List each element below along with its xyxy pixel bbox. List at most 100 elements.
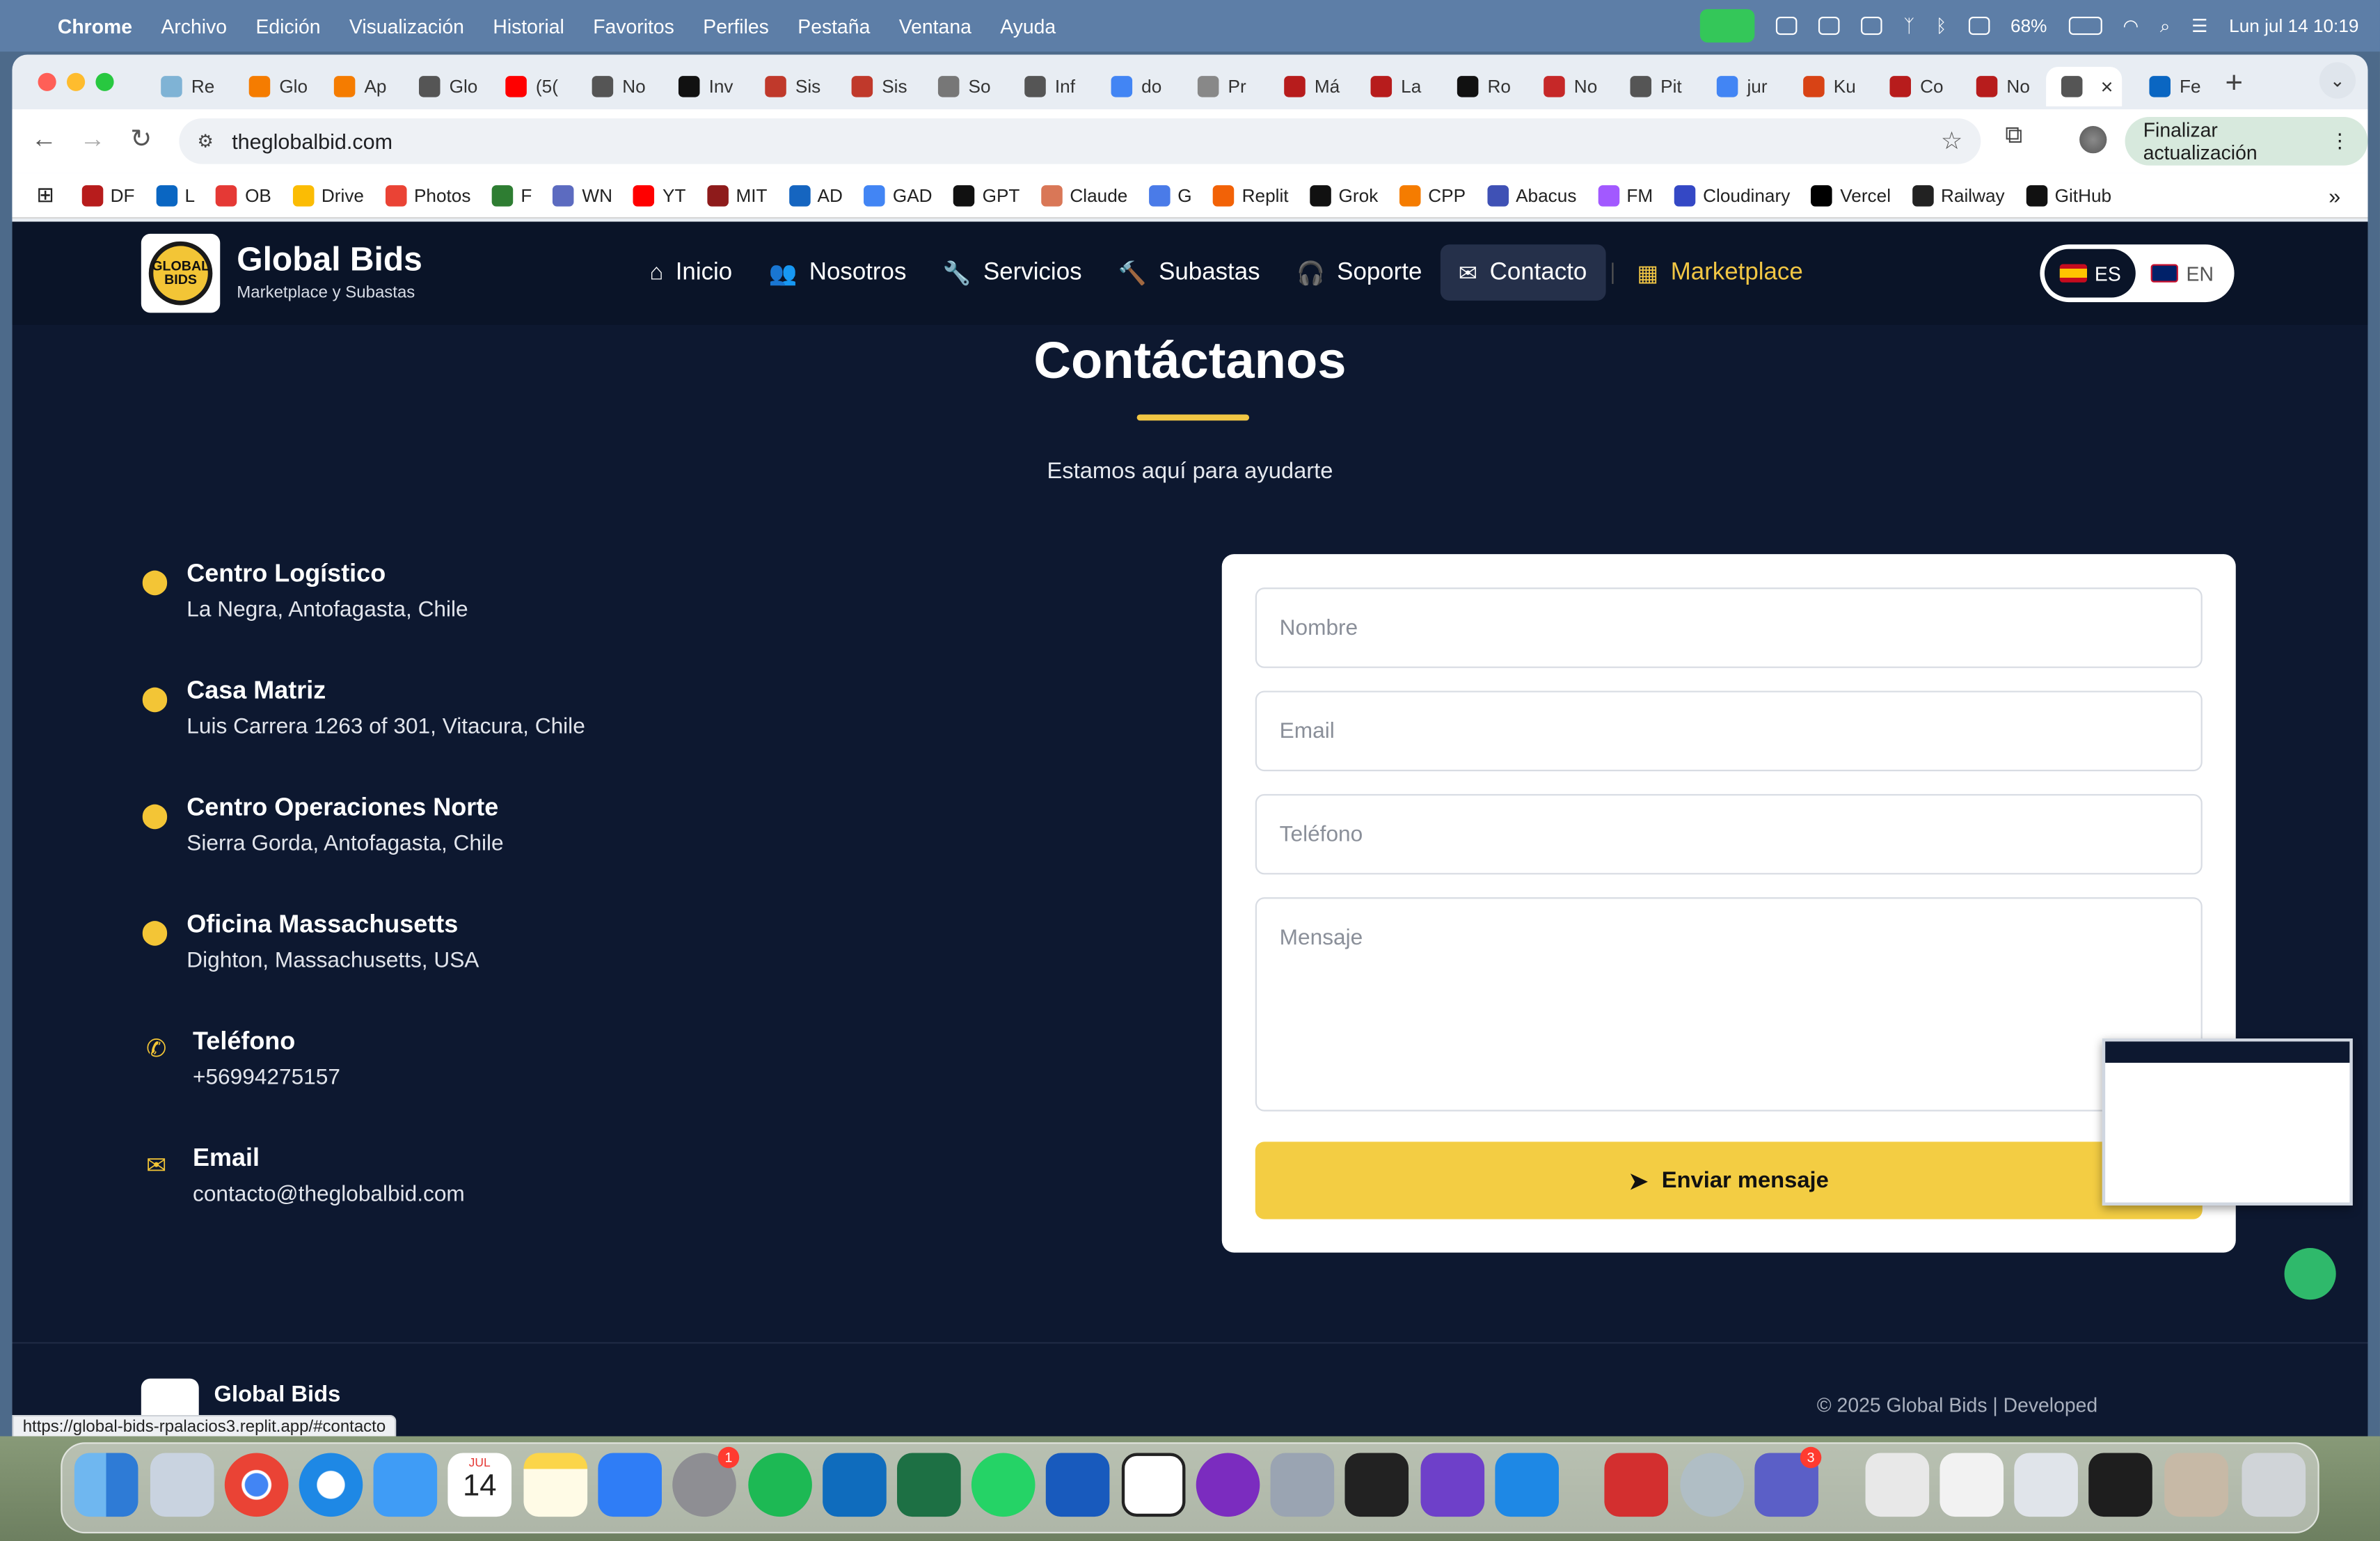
tab[interactable]: Fe bbox=[2134, 67, 2221, 106]
extensions-icon[interactable]: ⧉ bbox=[2005, 123, 2022, 150]
nav-inicio[interactable]: ⌂ Inicio bbox=[631, 244, 750, 301]
facetime-icon[interactable] bbox=[1700, 9, 1755, 43]
nav-nosotros[interactable]: 👥 Nosotros bbox=[750, 244, 924, 301]
nav-servicios[interactable]: 🔧 Servicios bbox=[925, 244, 1100, 301]
forward-button[interactable]: → bbox=[76, 125, 109, 155]
phone-number[interactable]: +56994275157 bbox=[193, 1066, 340, 1090]
address-bar[interactable]: ⚙ theglobalbid.com ☆ bbox=[179, 118, 1981, 164]
recent-document-4[interactable] bbox=[2088, 1453, 2152, 1517]
close-window-button[interactable] bbox=[38, 72, 56, 91]
new-tab-button[interactable]: + bbox=[2225, 67, 2242, 102]
fantastical-icon[interactable] bbox=[1121, 1453, 1186, 1517]
bookmark-item[interactable]: WN bbox=[553, 184, 612, 206]
screen-recorder-icon[interactable] bbox=[1196, 1453, 1260, 1517]
bluetooth-icon[interactable]: ᛒ bbox=[1936, 15, 1947, 37]
message-field[interactable]: Mensaje bbox=[1255, 897, 2203, 1112]
bookmark-item[interactable]: Railway bbox=[1912, 184, 2005, 206]
teams-tray-icon[interactable] bbox=[1776, 16, 1798, 35]
name-field[interactable]: Nombre bbox=[1255, 587, 2203, 668]
minimize-window-button[interactable] bbox=[66, 72, 86, 91]
url-text[interactable]: theglobalbid.com bbox=[232, 129, 392, 153]
recent-document-1[interactable] bbox=[1865, 1453, 1930, 1517]
bookmark-item[interactable]: YT bbox=[633, 184, 685, 206]
spotlight-search-icon[interactable]: ⌕ bbox=[2160, 15, 2171, 38]
chat-widget-button[interactable] bbox=[2284, 1248, 2336, 1300]
bookmark-item[interactable]: CPP bbox=[1399, 184, 1466, 206]
nav-subastas[interactable]: 🔨 Subastas bbox=[1100, 244, 1278, 301]
update-button[interactable]: Finalizar actualización ⋮ bbox=[2125, 116, 2368, 166]
close-tab-icon[interactable]: × bbox=[2101, 74, 2113, 99]
spotify-icon[interactable] bbox=[748, 1453, 812, 1517]
site-brand[interactable]: Global Bids bbox=[237, 240, 422, 280]
battery-icon[interactable] bbox=[2068, 16, 2102, 35]
tab[interactable]: jur bbox=[1701, 67, 1788, 106]
menu-archivo[interactable]: Archivo bbox=[161, 15, 227, 38]
tab[interactable]: (5( bbox=[490, 67, 576, 106]
more-menu-icon[interactable]: ⋮ bbox=[2330, 129, 2349, 153]
tab[interactable]: So bbox=[923, 67, 1009, 106]
phone-field[interactable]: Teléfono bbox=[1255, 793, 2203, 875]
github-desktop-icon[interactable] bbox=[1420, 1453, 1485, 1517]
menu-favoritos[interactable]: Favoritos bbox=[593, 15, 674, 38]
tab[interactable]: Co bbox=[1875, 67, 1961, 106]
tab[interactable]: Glo bbox=[404, 67, 490, 106]
word-icon[interactable] bbox=[1045, 1453, 1110, 1517]
google-earth-pro-icon[interactable] bbox=[1680, 1453, 1745, 1517]
outlook-icon[interactable] bbox=[823, 1453, 887, 1517]
tab[interactable]: No bbox=[577, 67, 663, 106]
nav-marketplace[interactable]: ▦ Marketplace bbox=[1619, 244, 1821, 301]
menu-perfiles[interactable]: Perfiles bbox=[703, 15, 769, 38]
wifi-icon[interactable]: ◠ bbox=[2123, 15, 2139, 37]
tab[interactable]: Inf bbox=[1009, 67, 1095, 106]
tab[interactable]: Sis bbox=[749, 67, 836, 106]
reload-button[interactable]: ↻ bbox=[125, 125, 158, 155]
bookmark-item[interactable]: Replit bbox=[1213, 184, 1289, 206]
outlook-tray-icon[interactable] bbox=[1818, 16, 1840, 35]
zoom-window-button[interactable] bbox=[95, 72, 114, 91]
nav-soporte[interactable]: 🎧 Soporte bbox=[1278, 244, 1441, 301]
tab[interactable]: Pr bbox=[1182, 67, 1269, 106]
control-center-icon[interactable]: ☰ bbox=[2191, 15, 2207, 37]
tab[interactable]: Inv bbox=[663, 67, 749, 106]
keynote-icon[interactable] bbox=[598, 1453, 662, 1517]
bookmark-item[interactable]: G bbox=[1148, 184, 1192, 206]
chrome-icon[interactable] bbox=[224, 1453, 289, 1517]
bookmark-item[interactable]: F bbox=[491, 184, 532, 206]
back-button[interactable]: ← bbox=[27, 125, 61, 155]
apps-grid-icon[interactable]: ⊞ bbox=[36, 182, 54, 208]
menu-pestana[interactable]: Pestaña bbox=[798, 15, 870, 38]
lang-en-button[interactable]: EN bbox=[2136, 249, 2229, 298]
tab[interactable]: La bbox=[1356, 67, 1442, 106]
email-field[interactable]: Email bbox=[1255, 690, 2203, 772]
iphone-mirroring-icon[interactable] bbox=[1270, 1453, 1335, 1517]
vscode-icon[interactable] bbox=[1495, 1453, 1559, 1517]
bookmark-item[interactable]: OB bbox=[216, 184, 271, 206]
profile-avatar[interactable] bbox=[2079, 126, 2107, 154]
trash-icon[interactable] bbox=[2242, 1453, 2306, 1517]
site-logo[interactable]: GLOBAL BIDS bbox=[141, 233, 221, 313]
tab[interactable]: Re bbox=[145, 67, 232, 106]
bookmark-star-icon[interactable]: ☆ bbox=[1941, 126, 1962, 157]
launchpad-icon[interactable] bbox=[150, 1453, 214, 1517]
tab[interactable]: Pit bbox=[1615, 67, 1701, 106]
tab[interactable]: No bbox=[1528, 67, 1615, 106]
send-message-button[interactable]: ➤ Enviar mensaje bbox=[1255, 1141, 2203, 1219]
menu-ventana[interactable]: Ventana bbox=[899, 15, 971, 38]
menu-ayuda[interactable]: Ayuda bbox=[1000, 15, 1056, 38]
acrobat-icon[interactable] bbox=[1604, 1453, 1669, 1517]
excel-icon[interactable] bbox=[897, 1453, 961, 1517]
bookmark-item[interactable]: GPT bbox=[953, 184, 1020, 206]
bookmark-item[interactable]: Vercel bbox=[1811, 184, 1891, 206]
bookmark-item[interactable]: GitHub bbox=[2026, 184, 2111, 206]
bookmark-item[interactable]: Grok bbox=[1310, 184, 1378, 206]
screenshot-preview-thumbnail[interactable] bbox=[2102, 1038, 2353, 1206]
bookmark-item[interactable]: L bbox=[156, 184, 195, 206]
tab-search-button[interactable]: ⌄ bbox=[2319, 62, 2356, 99]
menu-edicion[interactable]: Edición bbox=[255, 15, 320, 38]
menu-visualizacion[interactable]: Visualización bbox=[349, 15, 464, 38]
safari-icon[interactable] bbox=[299, 1453, 363, 1517]
tab[interactable]: Glo bbox=[234, 67, 320, 106]
bookmark-item[interactable]: Claude bbox=[1040, 184, 1127, 206]
calendar-icon[interactable]: JUL 14 bbox=[447, 1453, 512, 1517]
lang-es-button[interactable]: ES bbox=[2044, 248, 2136, 298]
